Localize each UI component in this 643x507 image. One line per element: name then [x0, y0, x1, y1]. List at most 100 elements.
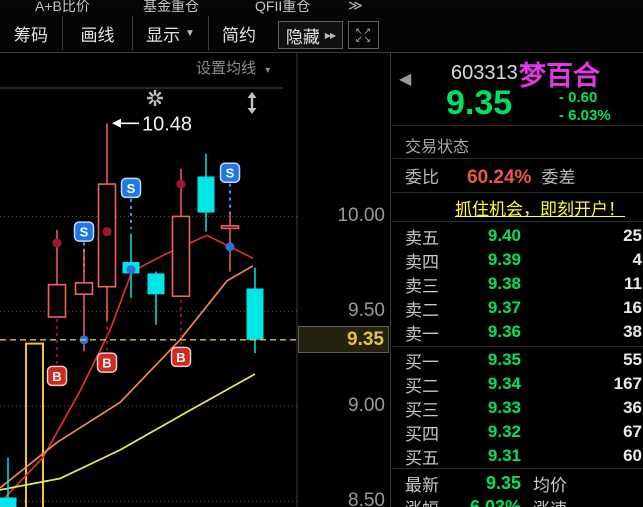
draw-line-button[interactable]: 画线 [63, 14, 132, 52]
ma-line-orange [0, 265, 254, 489]
signal-dot-red [176, 179, 186, 189]
svg-text:B: B [52, 369, 61, 384]
order-volume: 16 [623, 298, 642, 317]
fullscreen-arrows-icon: ↙↘ [354, 34, 373, 44]
svg-text:B: B [102, 356, 111, 371]
top-tab-bar: A+B比价 基金重仓 QFII重仓 ≫ [0, 0, 643, 14]
ask-row[interactable]: 卖二 9.37 16 [391, 296, 643, 320]
tab-qfii-holdings[interactable]: QFII重仓 [255, 0, 310, 14]
price-axis-label: 8.50 [348, 490, 385, 507]
order-level-label: 买四 [405, 424, 439, 444]
order-price: 9.39 [487, 250, 521, 269]
back-arrow-icon[interactable]: ◀ [399, 69, 411, 89]
tab-ab-compare[interactable]: A+B比价 [35, 0, 90, 14]
tab-fund-holdings[interactable]: 基金重仓 [143, 0, 199, 14]
bid-row[interactable]: 买四 9.32 67 [391, 420, 643, 444]
order-price: 9.33 [487, 398, 521, 417]
order-price: 9.31 [487, 446, 521, 465]
svg-text:S: S [80, 225, 89, 240]
price-change-percent: - 6.03% [559, 107, 611, 124]
stock-app-window: A+B比价 基金重仓 QFII重仓 ≫ 筹码 画线 显示 ▼ 简约 隐藏 ▶▶ … [0, 0, 643, 507]
double-right-arrow-icon: ▶▶ [324, 30, 336, 40]
order-level-label: 买五 [405, 448, 439, 468]
weicha-label: 委差 [541, 168, 576, 187]
bid-row[interactable]: 买五 9.31 60 [391, 444, 643, 468]
candlestick-chart[interactable]: S S S B B B 10.48 [0, 53, 390, 507]
bid-row[interactable]: 买一 9.35 55 [391, 348, 643, 372]
price-axis-label: 9.50 [348, 300, 385, 321]
chevron-down-icon: ▼ [185, 27, 195, 39]
ask-row[interactable]: 卖一 9.36 38 [391, 320, 643, 344]
candle-body-up [171, 215, 191, 297]
order-volume: 25 [623, 226, 642, 245]
signal-dot-blue [126, 265, 136, 275]
ma-settings-dropdown[interactable]: 设置均线 ▾ [196, 57, 270, 78]
sell-signal-badge: S [73, 221, 95, 242]
order-level-label: 买一 [405, 352, 439, 372]
weibi-row: 委比 60.24% 委差 [405, 163, 635, 189]
candle-body-up [220, 225, 240, 230]
stock-code: 603313 [451, 62, 518, 84]
order-price: 9.35 [487, 350, 521, 369]
latest-value: 9.35 [485, 472, 521, 493]
order-volume: 36 [623, 398, 642, 417]
buy-signal-badge: B [96, 352, 118, 373]
bid-row[interactable]: 买三 9.33 36 [391, 396, 643, 420]
ma-line-yellow [0, 373, 256, 491]
order-price: 9.34 [487, 374, 521, 393]
order-price: 9.40 [487, 226, 521, 245]
simple-mode-button[interactable]: 简约 [209, 14, 269, 52]
order-level-label: 买三 [405, 400, 439, 420]
candlestick-chart-area[interactable]: S S S B B B 10.48 设置均线 ▾ 10.00 9.50 9.00… [0, 53, 390, 507]
price-axis-label: 9.00 [348, 395, 385, 416]
order-level-label: 卖五 [405, 228, 439, 248]
ask-row[interactable]: 卖五 9.40 25 [391, 224, 643, 248]
candle-body-up [74, 282, 94, 296]
candle-body-down [246, 288, 264, 340]
ask-row[interactable]: 卖三 9.38 11 [391, 272, 643, 296]
ask-row[interactable]: 卖四 9.39 4 [391, 248, 643, 272]
quote-panel: ◀ 603313 梦百合 9.35 - 0.60 - 6.03% 交易状态 委比… [390, 53, 643, 507]
order-level-label: 卖三 [405, 276, 439, 296]
order-volume: 60 [623, 446, 642, 465]
svg-text:10.48: 10.48 [142, 113, 192, 135]
signal-dot-red [52, 238, 62, 248]
order-level-label: 卖一 [405, 324, 439, 344]
pct-label: 涨幅 [391, 495, 453, 507]
order-volume: 4 [632, 250, 642, 269]
price-change: - 0.60 [559, 89, 598, 106]
bid-row[interactable]: 买二 9.34 167 [391, 372, 643, 396]
candle-body-down [0, 497, 17, 507]
fullscreen-button[interactable]: ↖↗ ↙↘ [348, 21, 379, 49]
chips-button[interactable]: 筹码 [0, 14, 62, 52]
chart-toolbar: 筹码 画线 显示 ▼ 简约 隐藏 ▶▶ ↖↗ ↙↘ [0, 14, 643, 53]
order-level-label: 买二 [405, 376, 439, 396]
order-volume: 38 [623, 322, 642, 341]
buy-signal-badge: B [170, 346, 192, 368]
open-account-ad-link[interactable]: 抓住机会，即刻开户！ [455, 195, 625, 220]
sell-signal-badge: S [219, 162, 241, 183]
svg-text:S: S [226, 166, 235, 181]
hide-panel-button[interactable]: 隐藏 ▶▶ [278, 21, 343, 49]
latest-price-row: 最新 9.35 均价 [391, 471, 643, 495]
order-volume: 167 [613, 374, 642, 393]
signal-dot-red [102, 227, 112, 237]
latest-label: 最新 [405, 475, 439, 495]
panel-divider [392, 468, 643, 469]
pct-value: -6.03% [463, 496, 521, 507]
price-change-block: - 0.60 - 6.03% [559, 89, 611, 125]
weibi-label: 委比 [405, 168, 439, 187]
panel-divider [392, 221, 643, 222]
order-volume: 55 [623, 350, 642, 369]
candle-body-down [197, 176, 215, 213]
display-dropdown-button[interactable]: 显示 ▼ [133, 14, 208, 52]
updown-arrow-icon [247, 92, 257, 114]
avg-price-label: 均价 [533, 475, 567, 495]
panel-divider [392, 158, 643, 159]
buy-signal-badge: B [46, 365, 68, 387]
order-level-label: 卖四 [405, 252, 439, 272]
sell-signal-badge: S [120, 177, 142, 199]
high-price-annotation: 10.48 [112, 113, 192, 135]
order-level-label: 卖二 [405, 300, 439, 320]
more-tabs-chevron-icon[interactable]: ≫ [348, 0, 363, 14]
